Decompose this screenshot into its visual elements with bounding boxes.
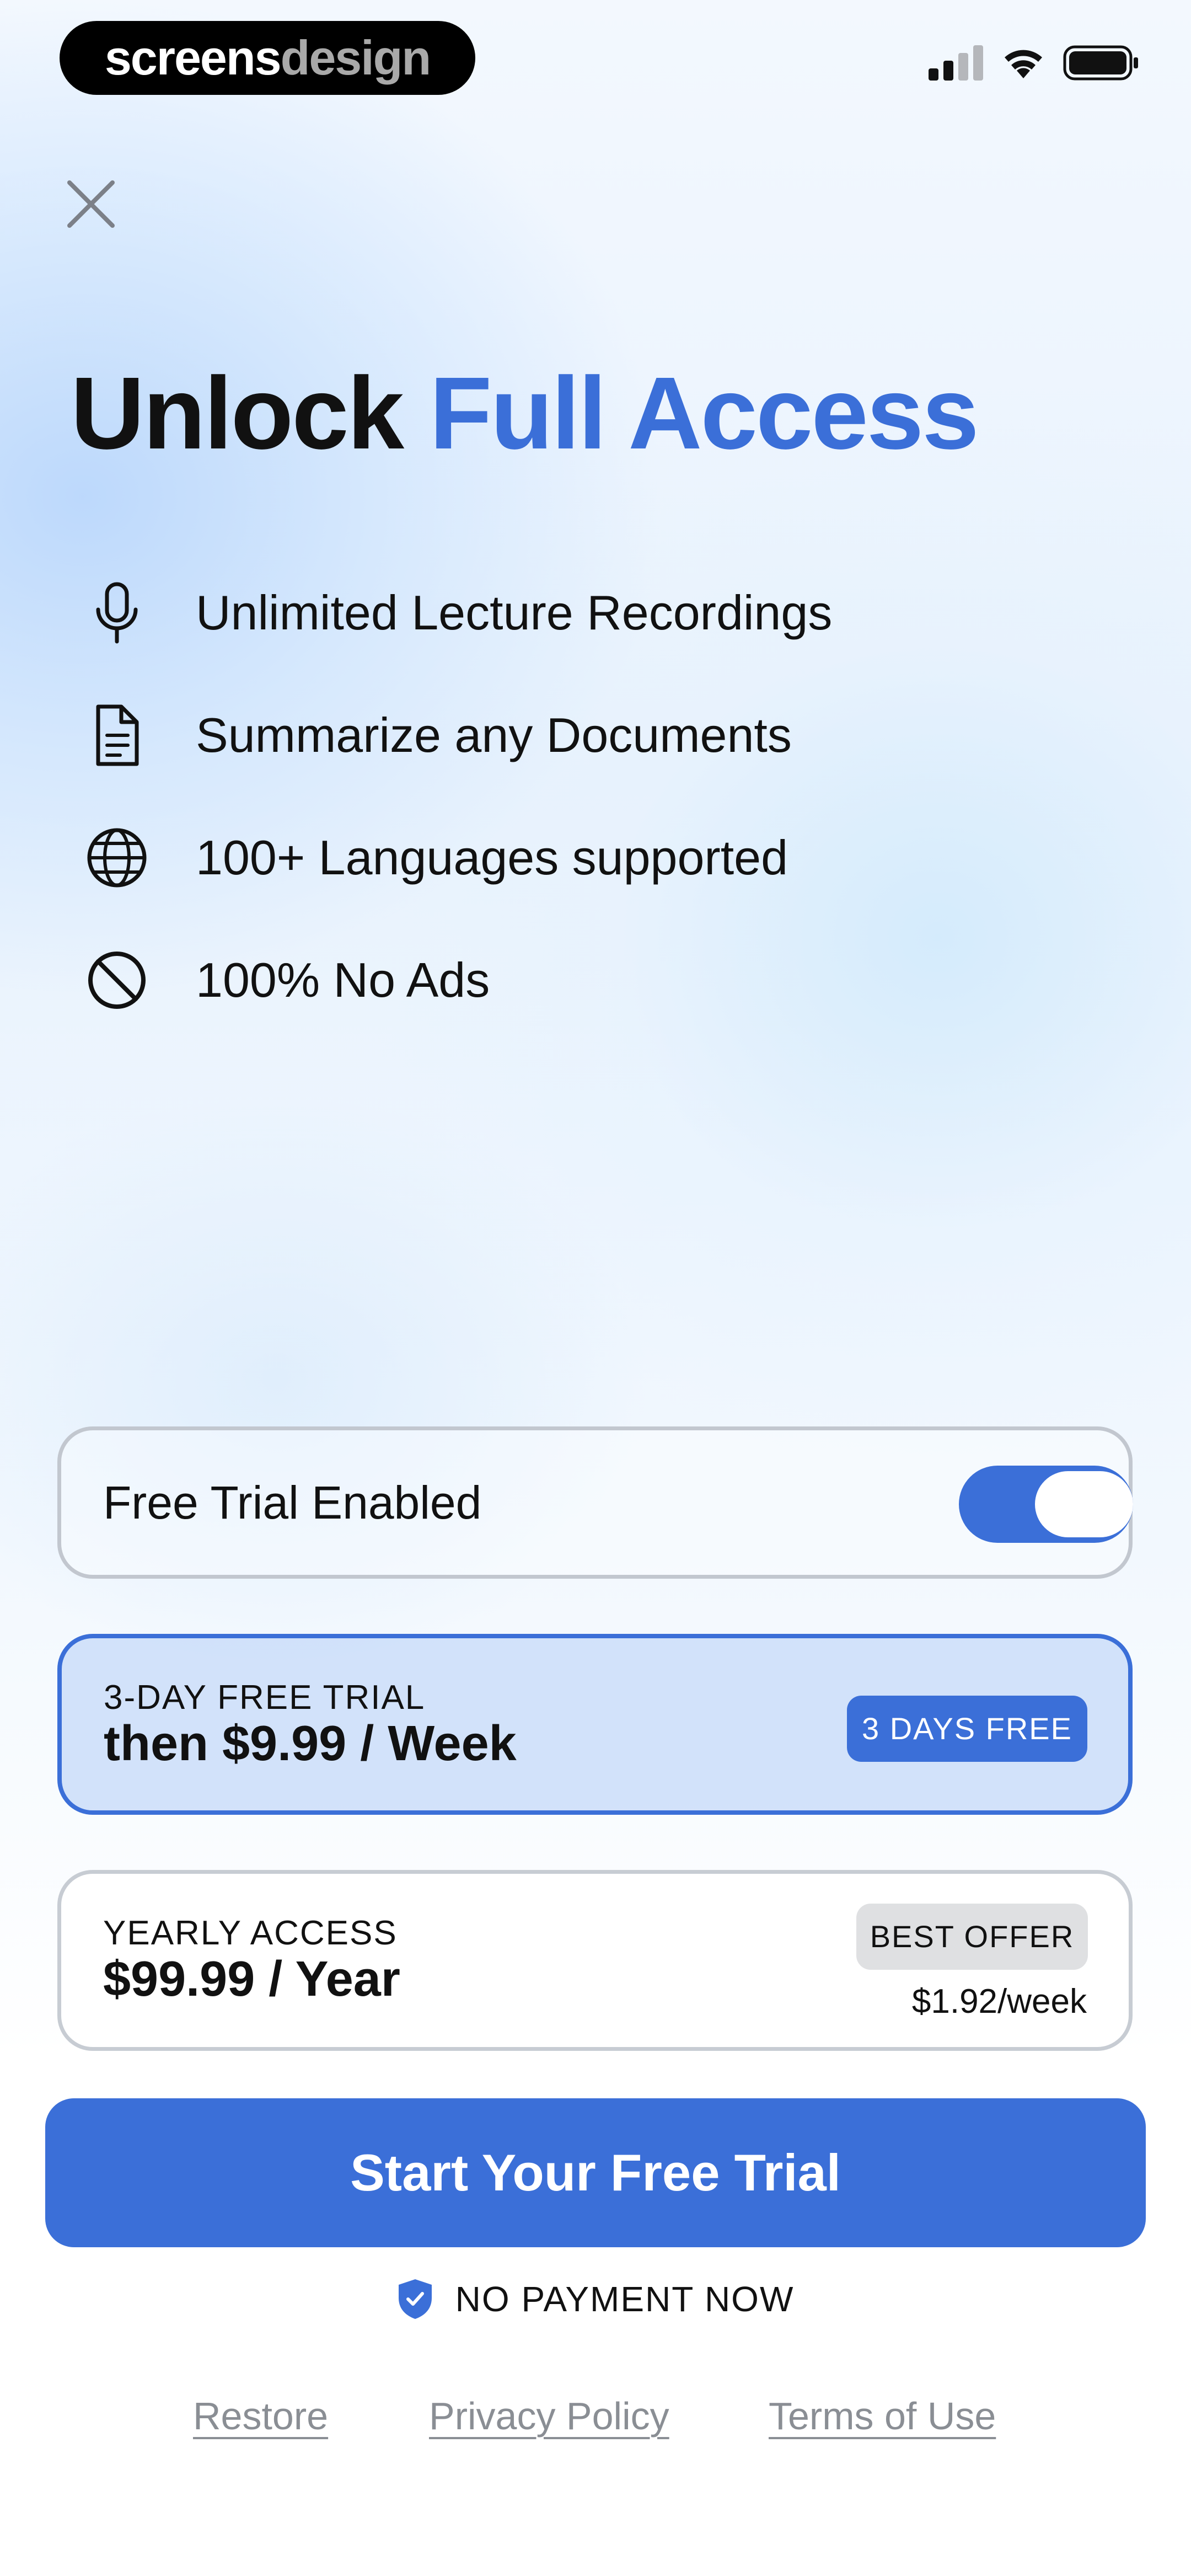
- restore-link[interactable]: Restore: [193, 2394, 328, 2438]
- status-bar: screens design: [0, 0, 1191, 110]
- close-icon: [67, 180, 115, 228]
- plan-option-yearly[interactable]: YEARLY ACCESS $99.99 / Year BEST OFFER $…: [57, 1870, 1133, 2051]
- feature-label: 100+ Languages supported: [196, 830, 788, 885]
- close-button[interactable]: [61, 174, 121, 234]
- free-trial-toggle[interactable]: [959, 1466, 1133, 1543]
- feature-item: Unlimited Lecture Recordings: [83, 552, 1130, 674]
- wifi-icon: [1005, 50, 1042, 78]
- feature-item: 100% No Ads: [83, 919, 1130, 1041]
- start-free-trial-button[interactable]: Start Your Free Trial: [45, 2098, 1146, 2247]
- plan-badge: 3 DAYS FREE: [847, 1696, 1087, 1762]
- plan-subtitle: YEARLY ACCESS: [103, 1914, 398, 1952]
- feature-item: Summarize any Documents: [83, 674, 1130, 797]
- privacy-policy-link[interactable]: Privacy Policy: [429, 2394, 669, 2438]
- plan-badge: BEST OFFER: [856, 1904, 1088, 1970]
- globe-icon: [83, 824, 151, 892]
- title-accent: Full Access: [429, 356, 979, 471]
- toggle-knob: [1035, 1471, 1133, 1537]
- free-trial-toggle-row[interactable]: Free Trial Enabled: [57, 1426, 1133, 1579]
- no-ads-icon: [83, 946, 151, 1014]
- footer-links: Restore Privacy Policy Terms of Use: [0, 2394, 1191, 2460]
- microphone-icon: [83, 579, 151, 647]
- status-icons: [929, 45, 1140, 81]
- plan-price: $99.99 / Year: [103, 1952, 400, 2007]
- battery-icon: [1063, 45, 1138, 81]
- shield-check-icon: [398, 2279, 432, 2319]
- plan-subtitle: 3-DAY FREE TRIAL: [104, 1679, 426, 1717]
- brand-part-2: design: [280, 30, 432, 85]
- free-trial-label: Free Trial Enabled: [103, 1477, 482, 1529]
- title-plain: Unlock: [71, 356, 430, 471]
- feature-label: 100% No Ads: [196, 953, 490, 1007]
- feature-label: Unlimited Lecture Recordings: [196, 585, 833, 640]
- plan-option-weekly[interactable]: 3-DAY FREE TRIAL then $9.99 / Week 3 DAY…: [57, 1634, 1133, 1815]
- features-list: Unlimited Lecture Recordings Summarize a…: [83, 552, 1130, 1041]
- plan-price: then $9.99 / Week: [104, 1716, 517, 1771]
- feature-label: Summarize any Documents: [196, 708, 792, 762]
- document-icon: [83, 701, 151, 769]
- signal-icon: [929, 45, 983, 81]
- plan-per-week-price: $1.92/week: [911, 1982, 1087, 2021]
- page-title: Unlock Full Access: [71, 353, 979, 474]
- no-payment-note: NO PAYMENT NOW: [0, 2278, 1191, 2320]
- brand-logo: screens design: [60, 21, 475, 95]
- brand-part-1: screens: [104, 30, 282, 85]
- no-payment-label: NO PAYMENT NOW: [455, 2279, 795, 2319]
- terms-of-use-link[interactable]: Terms of Use: [769, 2394, 996, 2438]
- feature-item: 100+ Languages supported: [83, 797, 1130, 919]
